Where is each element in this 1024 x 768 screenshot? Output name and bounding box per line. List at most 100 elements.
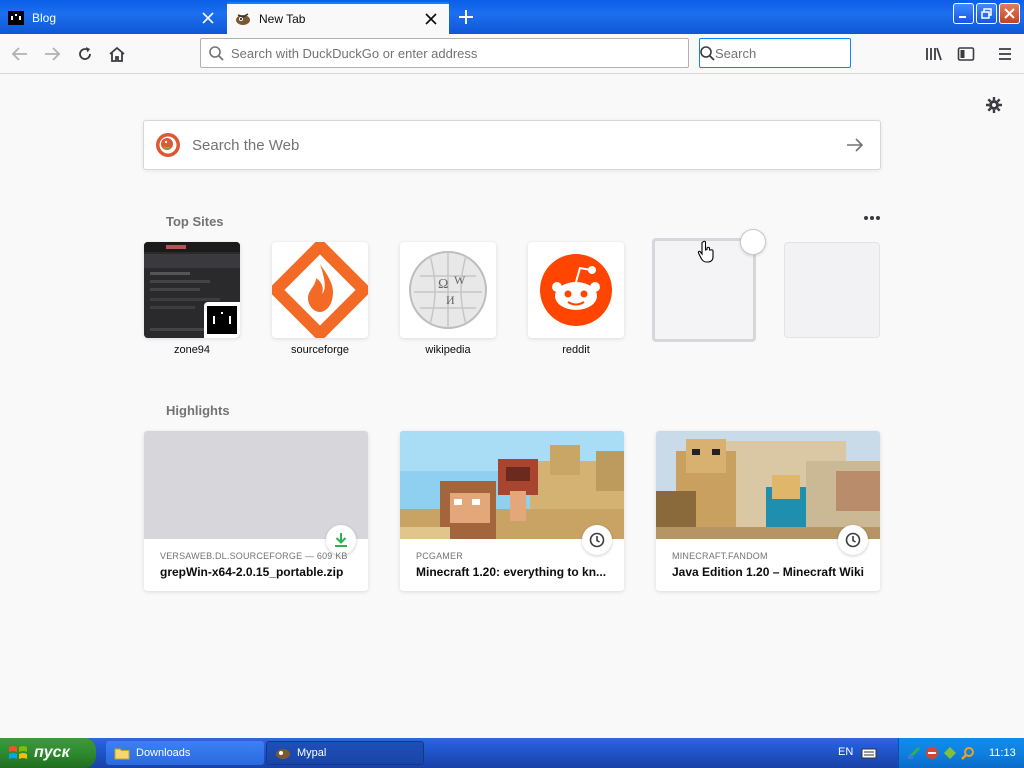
minecraft-preview-image [400, 431, 624, 539]
back-button[interactable] [6, 40, 34, 68]
top-site-label: wikipedia [425, 344, 471, 356]
forward-arrow-icon [45, 47, 61, 61]
back-arrow-icon [11, 47, 27, 61]
shield-icon[interactable] [925, 746, 939, 760]
duckduckgo-logo-icon [144, 132, 192, 158]
network-icon[interactable] [907, 746, 921, 760]
reddit-thumbnail [528, 242, 624, 338]
reload-icon [79, 47, 91, 60]
close-tab-icon[interactable] [421, 9, 441, 29]
home-icon [109, 46, 125, 62]
search-icon [700, 45, 715, 61]
tab-title: Blog [32, 11, 57, 25]
close-tab-icon[interactable] [198, 8, 218, 28]
section-menu-button[interactable] [862, 210, 882, 226]
svg-text:И: И [446, 293, 455, 307]
top-site-sourceforge[interactable]: sourceforge [272, 242, 368, 356]
card-title: Minecraft 1.20: everything to kn... [416, 565, 607, 579]
hamburger-menu-icon [999, 48, 1011, 60]
forward-button[interactable] [38, 40, 66, 68]
home-button[interactable] [103, 40, 131, 68]
gear-icon [986, 97, 1002, 113]
taskbar-downloads[interactable]: Downloads [106, 741, 264, 765]
sourceforge-thumbnail [272, 242, 368, 338]
close-icon [1004, 8, 1015, 19]
start-button[interactable]: пуск [0, 738, 96, 768]
keyboard-icon[interactable] [861, 746, 877, 765]
folder-icon [114, 748, 130, 760]
new-tab-button[interactable] [452, 4, 480, 30]
taskbar-button-label: Mypal [297, 747, 327, 759]
search-icon [201, 45, 231, 61]
card-source: VERSAWEB.DL.SOURCEFORGE — 609 KB [160, 551, 348, 561]
menu-button[interactable] [991, 40, 1019, 68]
top-site-zone94[interactable]: zone94 [144, 242, 240, 356]
system-tray: 11:13 [898, 738, 1024, 768]
sourceforge-logo-icon [272, 242, 368, 338]
add-site-button[interactable] [740, 229, 766, 255]
svg-text:W: W [454, 273, 466, 287]
close-window-button[interactable] [999, 3, 1020, 24]
svg-text:Ω: Ω [438, 277, 448, 292]
sidebar-icon [957, 47, 975, 61]
highlight-card-grepwin[interactable]: VERSAWEB.DL.SOURCEFORGE — 609 KB grepWin… [144, 431, 368, 591]
window-controls [953, 3, 1020, 24]
tab-blog[interactable]: Blog [0, 2, 226, 34]
clock[interactable]: 11:13 [989, 747, 1016, 759]
more-options-icon [864, 216, 880, 220]
zone94-favicon-icon [204, 302, 240, 338]
taskbar-mypal[interactable]: Mypal [266, 741, 424, 765]
top-site-reddit[interactable]: reddit [528, 242, 624, 356]
web-search-box[interactable] [143, 120, 881, 170]
tab-new-tab[interactable]: New Tab [227, 2, 449, 34]
customize-settings-button[interactable] [984, 95, 1004, 115]
hand-cursor-icon [697, 240, 715, 269]
mypal-favicon-icon [235, 11, 251, 27]
windows-flag-icon [9, 746, 27, 759]
clock-icon [838, 525, 868, 555]
top-site-wikipedia[interactable]: Ω W И wikipedia [400, 242, 496, 356]
search-box[interactable] [699, 38, 891, 68]
top-site-label: reddit [562, 344, 590, 356]
navigation-toolbar [0, 34, 1024, 74]
blog-favicon-icon [8, 10, 24, 26]
minimize-button[interactable] [953, 3, 974, 24]
card-source: PCGAMER [416, 551, 463, 561]
sidebar-button[interactable] [952, 40, 980, 68]
update-icon[interactable] [943, 746, 957, 760]
top-site-label: sourceforge [290, 344, 350, 356]
card-preview-image [144, 431, 368, 539]
address-input[interactable] [231, 45, 688, 61]
mypal-icon [276, 749, 290, 759]
language-indicator[interactable]: EN [838, 746, 853, 758]
empty-top-site-slot[interactable] [784, 242, 880, 338]
clock-icon [582, 525, 612, 555]
minecraft-wiki-preview-image [656, 431, 880, 539]
card-title: Java Edition 1.20 – Minecraft Wiki [672, 565, 864, 579]
search-input[interactable] [715, 45, 891, 61]
search-submit-arrow-icon[interactable] [830, 138, 880, 152]
taskbar: пуск Downloads Mypal EN 11:13 [0, 738, 1024, 768]
start-label: пуск [34, 744, 70, 761]
top-site-label: zone94 [173, 344, 211, 356]
minimize-icon [959, 16, 966, 18]
restore-icon [981, 8, 992, 19]
taskbar-button-label: Downloads [136, 747, 191, 759]
wikipedia-globe-icon: Ω W И [409, 251, 487, 329]
highlight-card-minecraft-wiki[interactable]: MINECRAFT.FANDOM Java Edition 1.20 – Min… [656, 431, 880, 591]
tab-title: New Tab [259, 12, 306, 26]
tab-strip: Blog New Tab [0, 0, 1024, 34]
web-search-input[interactable] [192, 136, 830, 154]
plus-icon [459, 10, 473, 24]
highlight-card-pcgamer[interactable]: PCGAMER Minecraft 1.20: everything to kn… [400, 431, 624, 591]
library-button[interactable] [920, 40, 948, 68]
wikipedia-thumbnail: Ω W И [400, 242, 496, 338]
top-sites-heading: Top Sites [166, 214, 224, 229]
search-tray-icon[interactable] [961, 746, 975, 760]
library-icon [926, 47, 942, 61]
reload-button[interactable] [71, 40, 99, 68]
reddit-logo-icon [540, 254, 612, 326]
restore-button[interactable] [976, 3, 997, 24]
zone94-thumbnail [144, 242, 240, 338]
address-bar[interactable] [200, 38, 689, 68]
